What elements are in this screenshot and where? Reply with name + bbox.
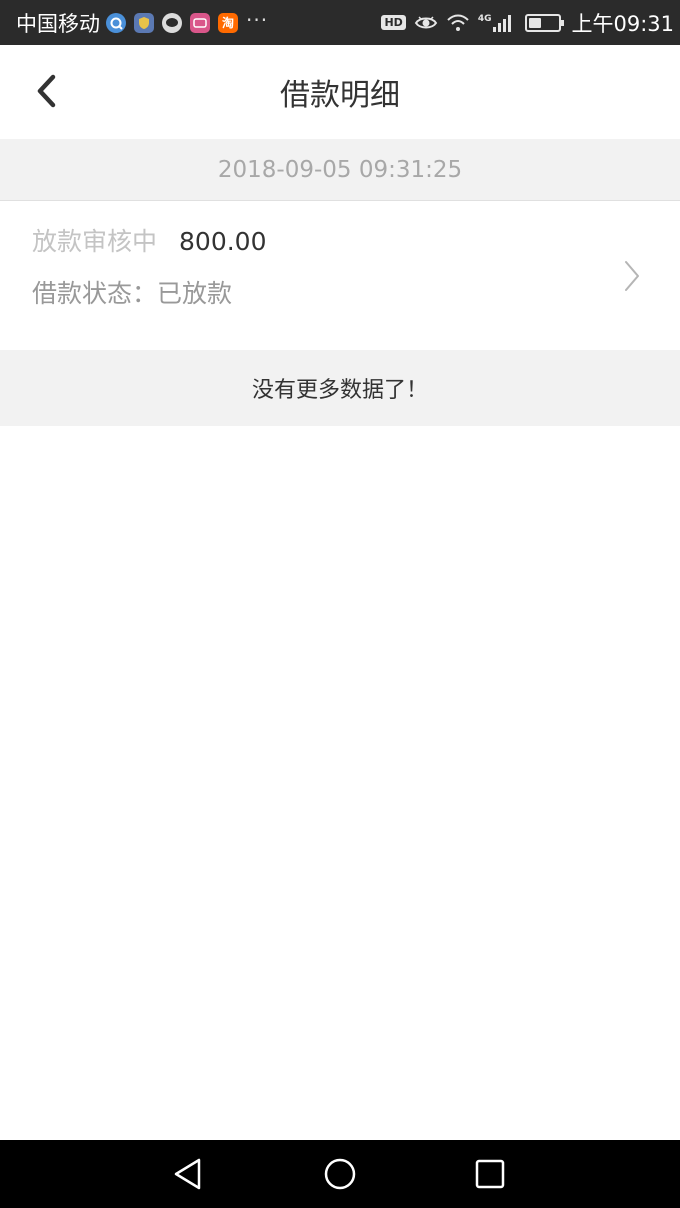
header: 借款明细	[0, 45, 680, 139]
screen: 中国移动 淘 ··· HD 4G 上午09:31 借款明细 2018-09-05…	[0, 0, 680, 1208]
back-button[interactable]	[22, 67, 70, 115]
no-more-data-footer: 没有更多数据了！	[0, 350, 680, 426]
more-notifications-icon: ···	[246, 7, 269, 32]
circle-home-icon	[324, 1158, 356, 1190]
system-nav-bar	[0, 1140, 680, 1208]
status-bar: 中国移动 淘 ··· HD 4G 上午09:31	[0, 0, 680, 45]
shield-app-icon	[134, 12, 154, 33]
qq-browser-icon	[106, 12, 126, 33]
signal-icon: 4G	[478, 14, 514, 32]
loan-list-item[interactable]: 放款审核中 800.00 借款状态： 已放款	[0, 202, 680, 350]
status-time: 上午09:31	[571, 11, 674, 36]
loan-date: 2018-09-05 09:31:25	[217, 156, 463, 183]
battery-fill	[529, 17, 541, 28]
nav-back-button[interactable]	[168, 1154, 208, 1194]
hd-badge: HD	[381, 15, 406, 30]
carrier-name: 中国移动	[16, 11, 100, 36]
chat-icon	[162, 12, 182, 33]
network-type: 4G	[477, 13, 492, 24]
wifi-icon	[446, 14, 470, 32]
status-left: 中国移动 淘 ···	[16, 8, 268, 38]
signal-bar	[493, 26, 497, 32]
signal-bar	[503, 18, 507, 32]
loan-status-label: 放款审核中	[32, 227, 158, 256]
eye-icon	[414, 14, 438, 32]
loan-state-value: 已放款	[157, 279, 233, 308]
triangle-back-icon	[174, 1158, 201, 1190]
signal-bar	[498, 22, 502, 32]
nav-home-button[interactable]	[320, 1154, 360, 1194]
square-recents-icon	[475, 1159, 505, 1189]
status-right: HD 4G 上午09:31	[381, 8, 674, 38]
loan-row-state: 借款状态： 已放款	[32, 274, 232, 310]
loan-amount: 800.00	[179, 227, 267, 256]
battery-icon	[525, 13, 565, 32]
pink-app-icon	[190, 12, 210, 33]
nav-recents-button[interactable]	[470, 1154, 510, 1194]
signal-bar	[508, 14, 512, 32]
no-more-data-text: 没有更多数据了！	[251, 378, 428, 403]
loan-row-amount: 放款审核中 800.00	[32, 222, 267, 258]
chevron-left-icon	[37, 74, 56, 108]
date-section-header: 2018-09-05 09:31:25	[0, 139, 680, 201]
chevron-right-icon	[625, 261, 639, 291]
taobao-icon: 淘	[218, 12, 238, 33]
page-title: 借款明细	[280, 78, 400, 113]
loan-state-label: 借款状态：	[32, 279, 158, 308]
